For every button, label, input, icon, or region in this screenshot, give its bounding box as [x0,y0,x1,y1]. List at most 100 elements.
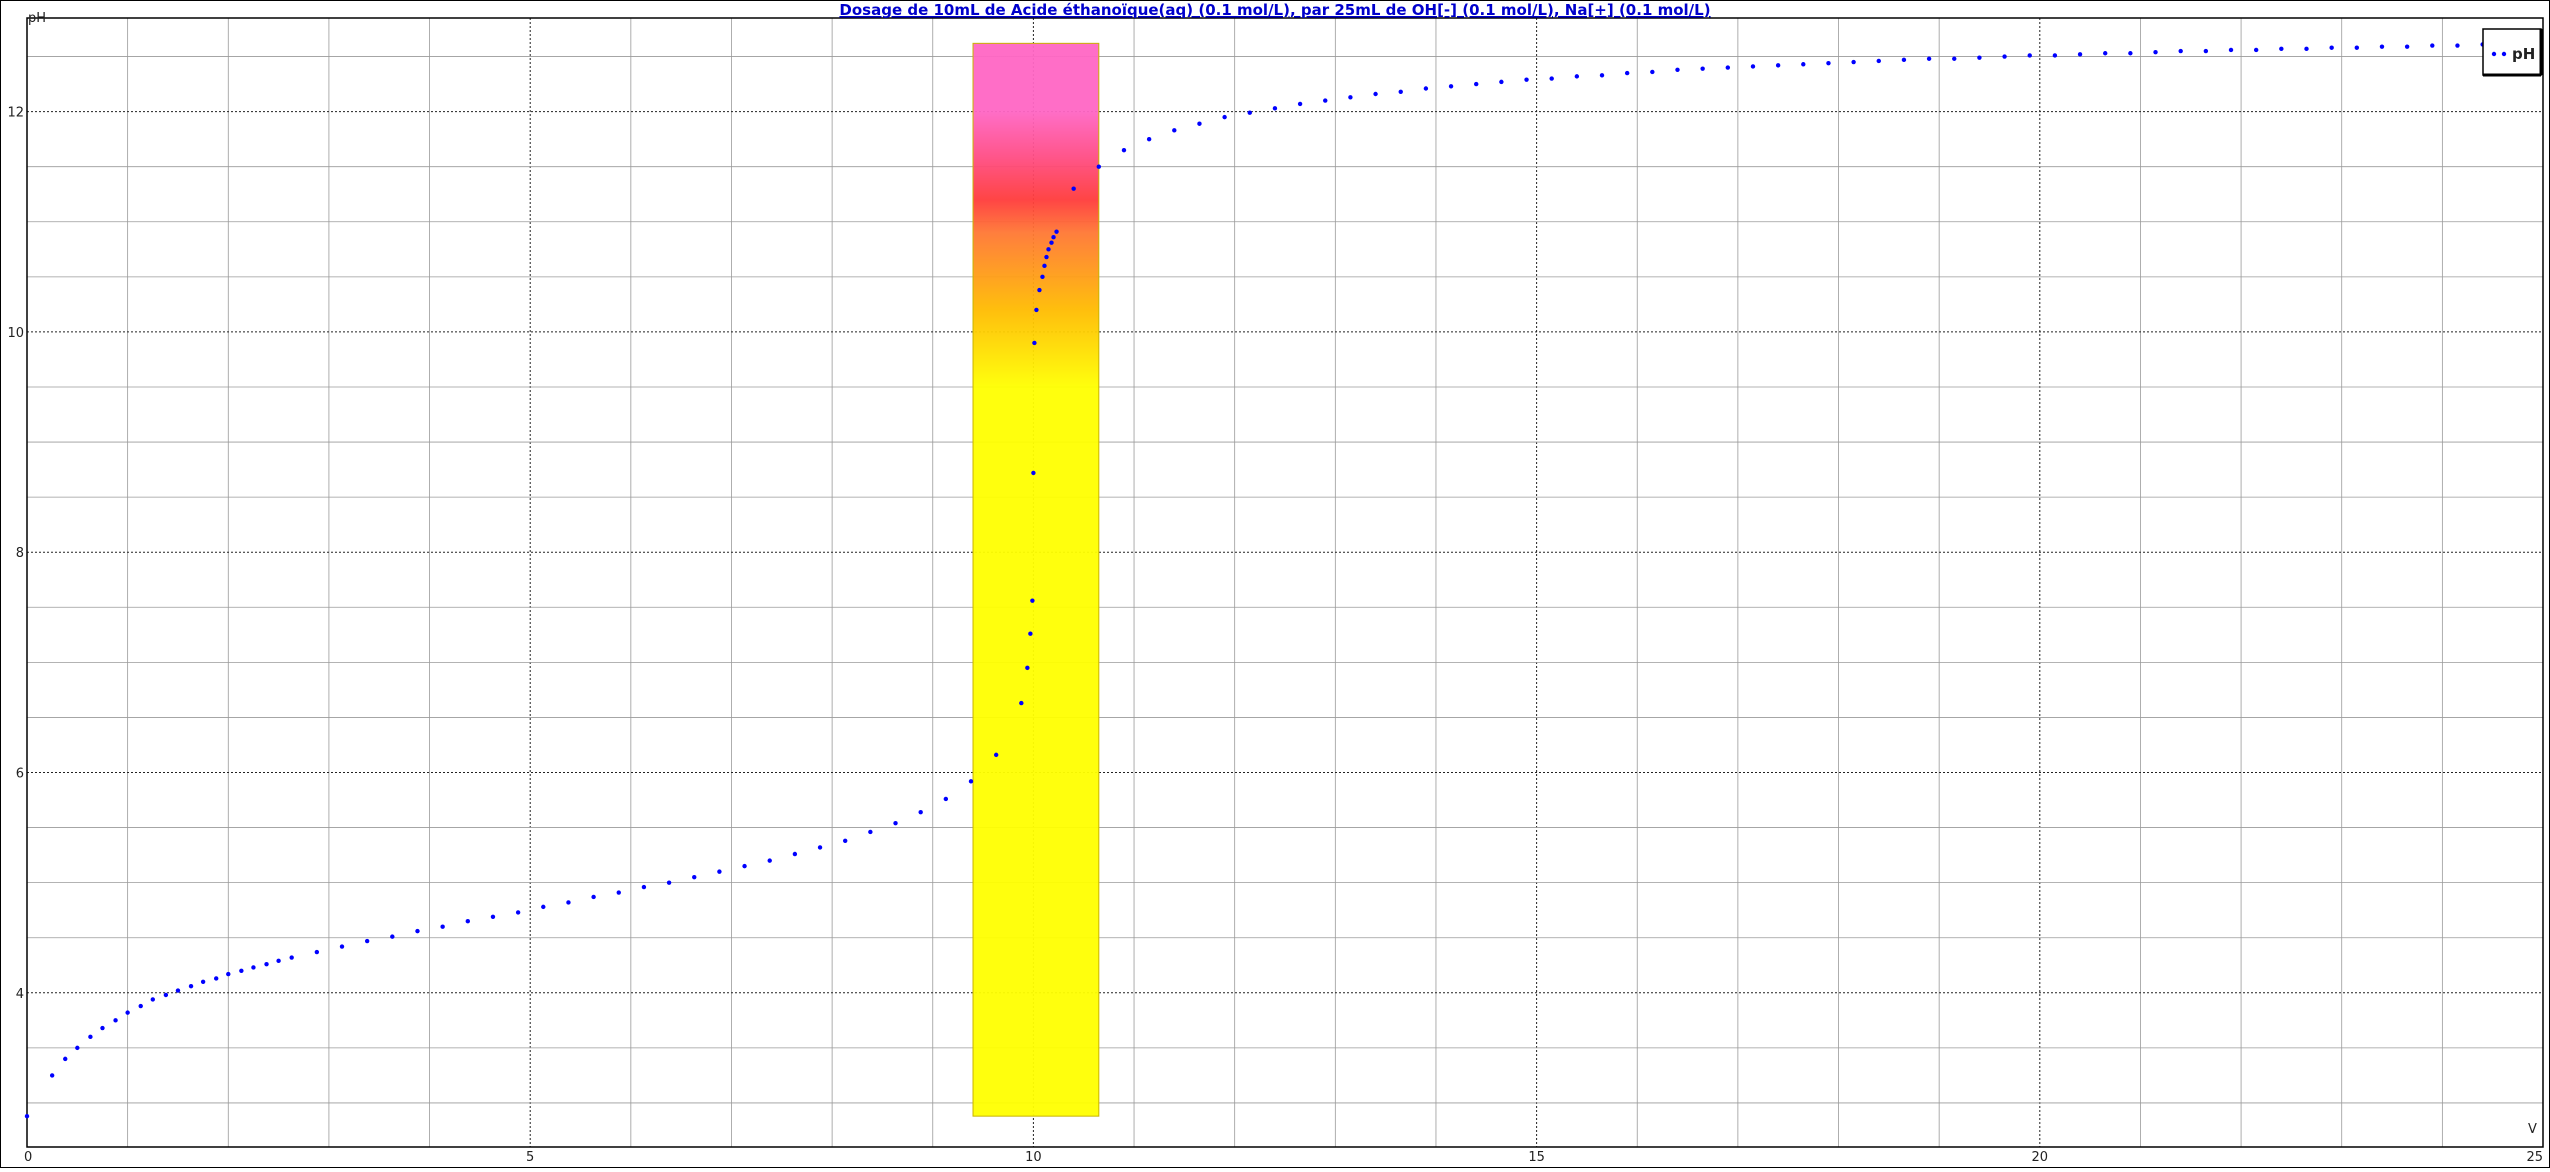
data-point [742,863,747,869]
data-point [1247,110,1252,115]
data-point [2178,48,2183,54]
data-point [1549,76,1554,81]
legend-marker [2501,51,2507,57]
data-point [264,961,269,967]
data-point [817,845,823,850]
data-point [276,958,281,964]
data-point [1851,59,1856,65]
data-point [1348,95,1353,100]
data-point [1054,229,1059,234]
data-point [1750,64,1756,69]
data-point [2455,43,2460,48]
data-point [2379,44,2385,49]
data-point [1775,63,1781,68]
titration-chart: 0 5 10 15 20 25 4 6 8 10 12 Dosage de 10mL de Acid… [0,0,2550,1168]
data-point [591,894,596,900]
data-point [1019,700,1024,706]
data-point [1725,65,1731,70]
y-tick-label: 8 [16,546,24,561]
data-point [1373,91,1378,97]
data-point [1826,60,1831,66]
data-point [1197,121,1202,126]
legend-marker [2491,51,2497,57]
data-point [1031,470,1036,476]
data-point [1398,89,1403,94]
data-point [1025,665,1030,671]
data-point [918,809,923,815]
data-point [2103,51,2108,56]
data-point [289,955,294,960]
data-point [150,997,155,1002]
data-point [767,858,772,863]
data-point [364,938,370,944]
data-point [1323,98,1328,103]
y-tick-label: 6 [16,767,24,782]
data-point [566,900,571,905]
data-point [943,796,949,802]
data-point [1172,128,1177,133]
x-tick-label: 25 [2526,1150,2543,1165]
y-tick-label: 10 [7,326,24,341]
data-point [100,1025,105,1031]
data-point [2430,43,2435,48]
data-point [188,983,194,989]
y-tick-label: 4 [16,987,24,1002]
data-point [1901,57,1907,63]
data-point [2304,46,2309,52]
data-point [616,890,621,895]
data-point [49,1073,55,1078]
data-point [214,976,219,981]
data-point [1030,598,1035,603]
data-point [968,779,974,784]
data-point [993,752,999,758]
data-point [1448,84,1454,89]
data-point [24,1113,30,1119]
data-point [2354,45,2360,50]
data-point [138,1003,143,1009]
data-point [1624,70,1630,76]
data-point [175,988,181,993]
data-point [1037,287,1042,293]
indicator-band-layer [972,42,1100,1117]
data-point [641,884,647,890]
data-point [415,928,420,934]
legend-entry-ph: pH [2512,45,2535,63]
data-point [868,829,873,835]
x-tick-label: 0 [24,1150,32,1165]
data-point [1599,73,1605,78]
chart-svg: 0 5 10 15 20 25 4 6 8 10 12 Dosage de 10mL de Acid… [0,0,2550,1168]
data-point [515,910,521,915]
data-point [88,1034,93,1040]
data-point [251,965,256,970]
data-point [2279,46,2284,52]
x-axis-label: V [2528,1122,2537,1137]
data-point [1876,58,1881,64]
data-point [843,838,848,843]
data-point [893,820,898,826]
data-point [163,992,169,998]
data-point [239,968,244,973]
data-point [226,971,231,977]
data-point [1071,186,1076,191]
data-point [1650,69,1655,75]
data-point [1524,77,1529,82]
data-point [666,880,672,885]
x-tick-label: 15 [1528,1150,1545,1165]
data-point [1028,631,1033,636]
y-tick-label: 12 [7,106,24,121]
data-point [1222,114,1227,120]
data-point [717,869,722,874]
data-point [2203,48,2209,54]
x-tick-label: 20 [2032,1150,2049,1165]
data-point [541,904,546,910]
data-point [1040,274,1045,280]
data-point [1574,74,1580,79]
data-point [1096,164,1102,169]
data-point [2329,45,2334,50]
data-point [1034,307,1039,313]
data-point [1423,86,1429,91]
data-point [2153,49,2158,55]
data-point [339,944,345,949]
data-point [1977,55,1982,60]
chart-title: Dosage de 10mL de Acide éthanoïque(aq) (… [839,1,1710,19]
